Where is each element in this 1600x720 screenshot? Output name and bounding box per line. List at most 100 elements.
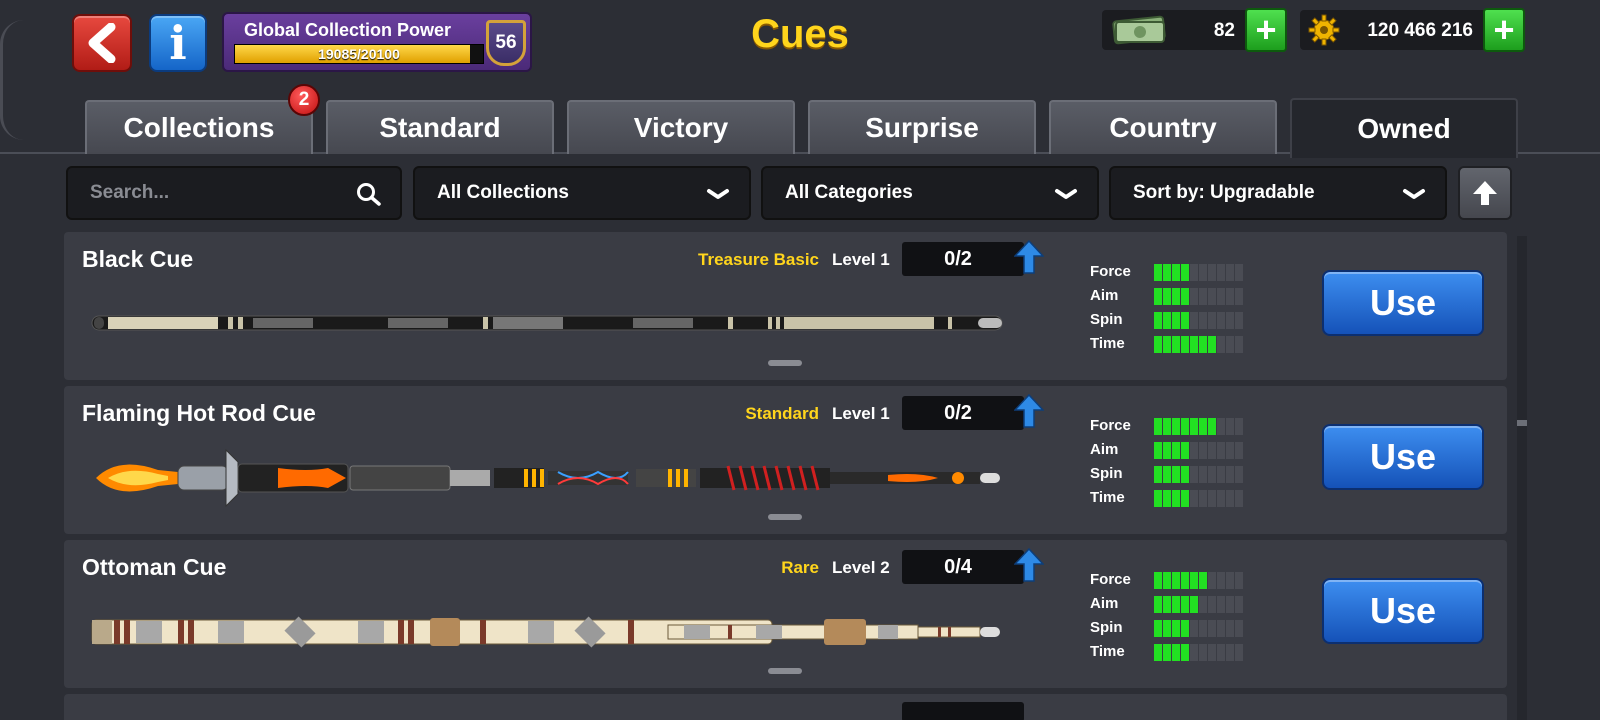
black-cue-image: [91, 315, 1003, 331]
coins-counter: 120 466 216 +: [1300, 8, 1525, 52]
stat-segment: [1163, 418, 1171, 435]
stat-segment: [1199, 264, 1207, 281]
tab-collections[interactable]: Collections: [85, 100, 313, 154]
stat-segment: [1199, 644, 1207, 661]
cue-upgrade-progress: 0/2: [902, 396, 1024, 430]
chevron-down-icon: [1403, 189, 1425, 199]
cue-level: Level 1: [832, 404, 890, 423]
stat-segment: [1226, 490, 1234, 507]
buy-cash-button[interactable]: +: [1245, 8, 1287, 52]
cue-card[interactable]: Ottoman Cue Rare Level 2 0/4 Force Aim S…: [64, 540, 1507, 688]
list-scrollbar[interactable]: [1517, 236, 1527, 720]
spin-bar: [1154, 312, 1244, 329]
cue-card[interactable]: Flaming Hot Rod Cue Standard Level 1 0/2: [64, 386, 1507, 534]
stat-segment: [1226, 312, 1234, 329]
stat-segment: [1235, 288, 1243, 305]
cue-card[interactable]: Black Cue Treasure Basic Level 1 0/2 For…: [64, 232, 1507, 380]
cue-rarity: Treasure Basic: [698, 250, 819, 269]
stat-segment: [1235, 442, 1243, 459]
aim-bar: [1154, 596, 1244, 613]
stat-segment: [1217, 336, 1225, 353]
stat-segment: [1154, 596, 1162, 613]
card-expand-handle[interactable]: [768, 514, 802, 520]
stat-segment: [1181, 572, 1189, 589]
collections-dropdown-value: All Collections: [437, 182, 569, 203]
scrollbar-thumb[interactable]: [1517, 420, 1527, 426]
stat-segment: [1235, 418, 1243, 435]
stat-segment: [1190, 466, 1198, 483]
stat-segment: [1172, 490, 1180, 507]
stat-segment: [1199, 418, 1207, 435]
upgrade-arrow-icon[interactable]: [1014, 240, 1044, 274]
stat-segment: [1190, 442, 1198, 459]
search-icon: [357, 183, 381, 206]
buy-coins-button[interactable]: +: [1483, 8, 1525, 52]
back-button[interactable]: [72, 14, 132, 72]
stat-segment: [1181, 442, 1189, 459]
stat-segment: [1172, 620, 1180, 637]
stat-segment: [1163, 490, 1171, 507]
stat-segment: [1163, 264, 1171, 281]
cue-stats: Force Aim Spin Time: [1090, 414, 1260, 510]
stat-segment: [1172, 572, 1180, 589]
upgrade-arrow-icon[interactable]: [1014, 548, 1044, 582]
stat-segment: [1208, 572, 1216, 589]
stat-segment: [1235, 336, 1243, 353]
use-cue-button[interactable]: Use: [1322, 270, 1484, 336]
stat-label-aim: Aim: [1090, 595, 1119, 612]
cue-level: Level 2: [832, 558, 890, 577]
tab-victory[interactable]: Victory: [567, 100, 795, 154]
sort-dropdown[interactable]: Sort by: Upgradable: [1109, 166, 1447, 220]
info-button[interactable]: i: [149, 14, 207, 72]
stat-segment: [1181, 336, 1189, 353]
stat-segment: [1217, 418, 1225, 435]
global-collection-power[interactable]: Global Collection Power 19085/20100 56: [222, 12, 532, 72]
stat-segment: [1199, 312, 1207, 329]
stat-segment: [1190, 644, 1198, 661]
stat-segment: [1181, 264, 1189, 281]
stat-segment: [1163, 644, 1171, 661]
stat-segment: [1217, 490, 1225, 507]
sort-direction-button[interactable]: [1458, 166, 1512, 220]
use-cue-button[interactable]: Use: [1322, 578, 1484, 644]
stat-segment: [1226, 466, 1234, 483]
stat-segment: [1235, 490, 1243, 507]
categories-dropdown[interactable]: All Categories: [761, 166, 1099, 220]
stat-segment: [1217, 596, 1225, 613]
card-expand-handle[interactable]: [768, 360, 802, 366]
stat-segment: [1172, 288, 1180, 305]
stat-segment: [1208, 466, 1216, 483]
stat-segment: [1199, 442, 1207, 459]
stat-segment: [1208, 264, 1216, 281]
stat-segment: [1154, 466, 1162, 483]
tab-surprise[interactable]: Surprise: [808, 100, 1036, 154]
stat-segment: [1226, 620, 1234, 637]
tab-owned[interactable]: Owned: [1290, 98, 1518, 158]
tab-country[interactable]: Country: [1049, 100, 1277, 154]
stat-segment: [1181, 312, 1189, 329]
sort-dropdown-value: Sort by: Upgradable: [1133, 182, 1315, 203]
stat-segment: [1154, 418, 1162, 435]
use-cue-button[interactable]: Use: [1322, 424, 1484, 490]
stat-segment: [1172, 442, 1180, 459]
stat-segment: [1163, 620, 1171, 637]
force-bar: [1154, 418, 1244, 435]
stat-segment: [1235, 312, 1243, 329]
stat-segment: [1208, 336, 1216, 353]
cash-icon: [1112, 15, 1166, 45]
tab-standard[interactable]: Standard: [326, 100, 554, 154]
cash-counter: 82 +: [1102, 8, 1287, 52]
aim-bar: [1154, 288, 1244, 305]
stat-label-time: Time: [1090, 643, 1125, 660]
stat-segment: [1226, 572, 1234, 589]
cue-upgrade-progress: 0/4: [902, 550, 1024, 584]
collection-level: 56: [495, 32, 517, 53]
card-expand-handle[interactable]: [768, 668, 802, 674]
stat-segment: [1190, 572, 1198, 589]
cue-card-partial[interactable]: [64, 694, 1507, 720]
stat-label-spin: Spin: [1090, 465, 1123, 482]
search-input[interactable]: Search...: [66, 166, 402, 220]
collections-dropdown[interactable]: All Collections: [413, 166, 751, 220]
upgrade-arrow-icon[interactable]: [1014, 394, 1044, 428]
stat-segment: [1172, 644, 1180, 661]
